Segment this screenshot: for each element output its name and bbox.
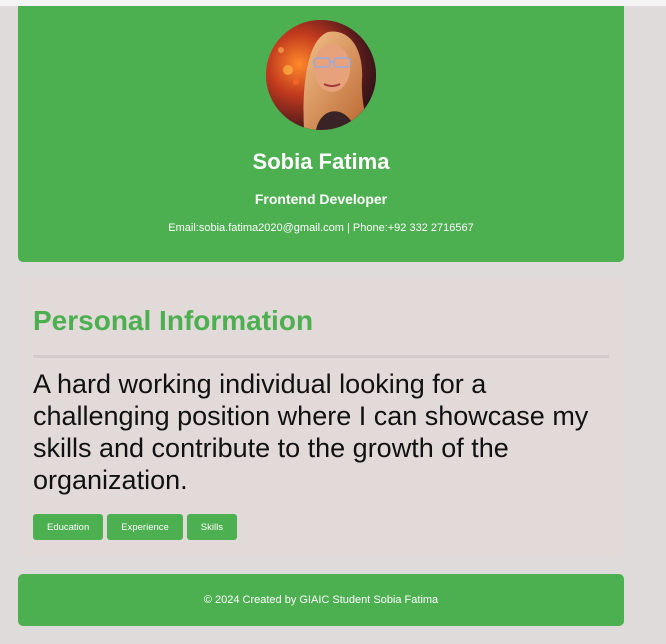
section-title: Personal Information	[33, 305, 314, 336]
page-footer: © 2024 Created by GIAIC Student Sobia Fa…	[18, 574, 624, 626]
section-buttons: Education Experience Skills	[33, 514, 237, 540]
experience-button[interactable]: Experience	[107, 514, 183, 540]
personal-info-section: Personal Information A hard working indi…	[18, 278, 624, 556]
personal-bio: A hard working individual looking for a …	[33, 369, 589, 495]
profile-contact: Email:sobia.fatima2020@gmail.com | Phone…	[168, 222, 474, 234]
resume-container: Sobia Fatima Frontend Developer Email:so…	[18, 6, 624, 626]
profile-header: Sobia Fatima Frontend Developer Email:so…	[18, 6, 624, 262]
profile-avatar	[266, 20, 376, 130]
profile-role: Frontend Developer	[254, 191, 388, 207]
section-divider	[33, 355, 609, 358]
avatar-image	[266, 20, 376, 130]
education-button[interactable]: Education	[33, 514, 104, 540]
profile-name: Sobia Fatima	[252, 149, 390, 174]
skills-button[interactable]: Skills	[186, 514, 237, 540]
